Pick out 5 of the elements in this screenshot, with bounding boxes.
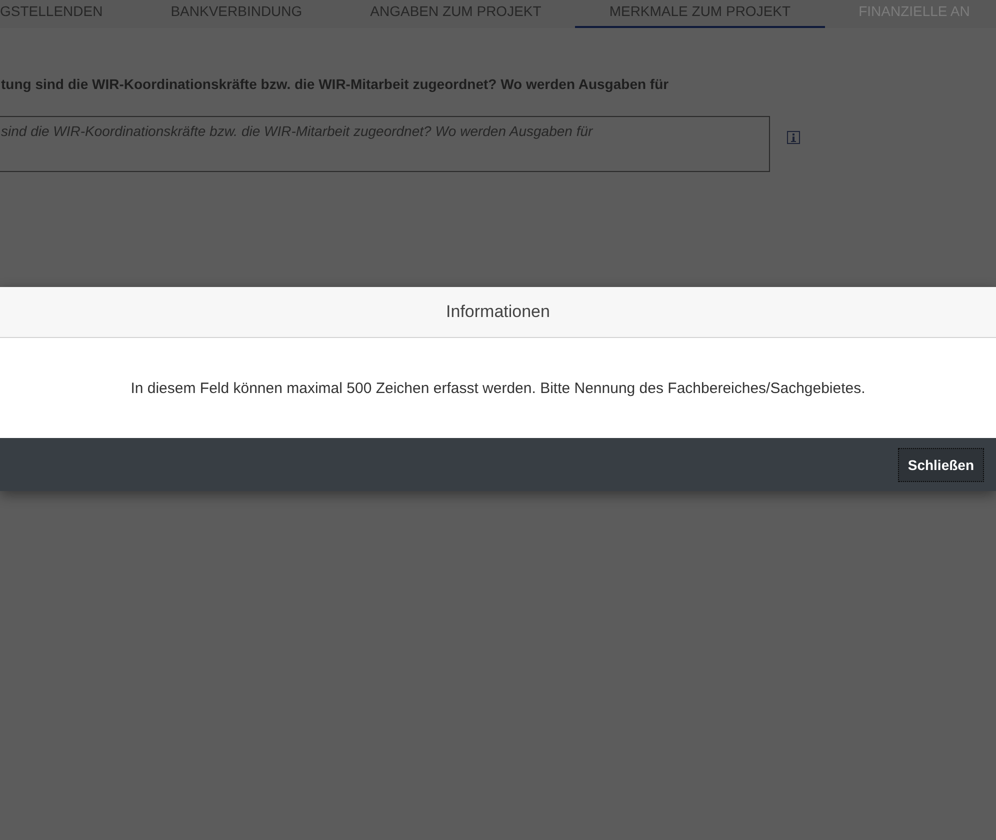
dialog-message: In diesem Feld können maximal 500 Zeichen erfasst werden. Bitte Nennung des Fachbereiches/Sachgebietes. <box>130 380 866 396</box>
question-label: tung sind die WIR-Koordinationskräfte bzw. die WIR-Mitarbeit zugeordnet? Wo werden Ausgaben für <box>0 76 670 92</box>
dialog-title: Informationen <box>446 302 550 322</box>
info-icon[interactable] <box>787 131 800 144</box>
close-button[interactable]: Schließen <box>898 448 984 482</box>
